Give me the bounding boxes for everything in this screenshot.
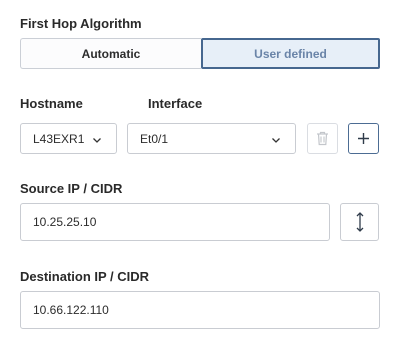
first-hop-algorithm-label: First Hop Algorithm (20, 16, 142, 31)
interface-label: Interface (148, 96, 203, 111)
plus-icon (358, 133, 369, 144)
chevron-down-icon (93, 138, 101, 143)
delete-button[interactable] (307, 123, 338, 154)
source-ip-value: 10.25.25.10 (33, 215, 97, 229)
add-button[interactable] (348, 123, 379, 154)
source-ip-input[interactable]: 10.25.25.10 (20, 203, 330, 241)
destination-ip-value: 10.66.122.110 (33, 303, 109, 317)
user-defined-option-button[interactable]: User defined (201, 38, 380, 69)
interface-value: Et0/1 (140, 131, 169, 146)
hostname-select[interactable]: L43EXR1 (20, 123, 117, 154)
swap-vertical-icon (356, 212, 363, 232)
swap-addresses-button[interactable] (340, 203, 379, 241)
automatic-option-button[interactable]: Automatic (20, 38, 201, 69)
trash-icon (317, 131, 328, 146)
first-hop-algorithm-toggle: Automatic User defined (20, 38, 380, 69)
chevron-down-icon (272, 138, 280, 143)
destination-ip-input[interactable]: 10.66.122.110 (20, 291, 380, 329)
source-ip-label: Source IP / CIDR (20, 181, 123, 196)
hostname-label: Hostname (20, 96, 83, 111)
destination-ip-label: Destination IP / CIDR (20, 269, 150, 284)
interface-select[interactable]: Et0/1 (127, 123, 296, 154)
hostname-value: L43EXR1 (33, 131, 85, 146)
